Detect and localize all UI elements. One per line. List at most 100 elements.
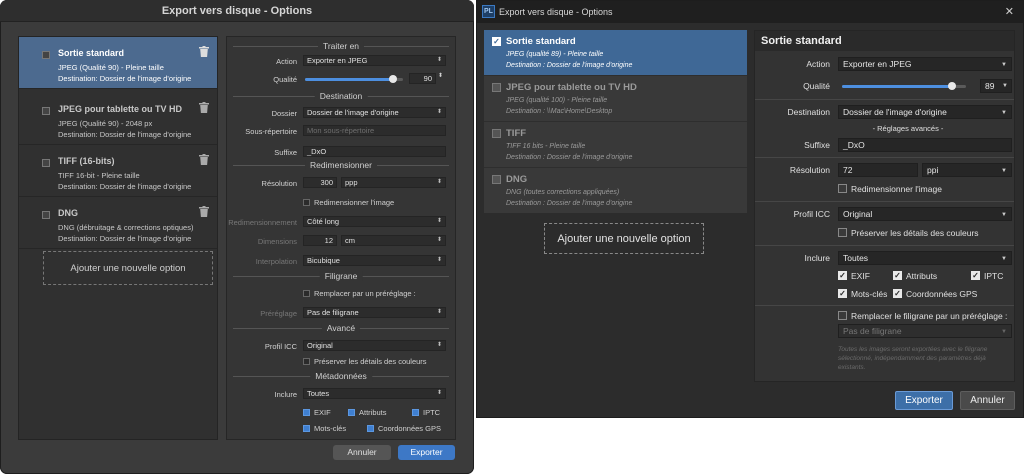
trash-icon[interactable]: [199, 206, 209, 217]
gps-label: Coordonnées GPS: [378, 424, 441, 433]
preset-checkbox[interactable]: [492, 175, 501, 184]
suffix-input[interactable]: _DxO: [838, 138, 1012, 152]
resolution-unit-select[interactable]: ppi ▼: [922, 163, 1012, 177]
dimensions-input[interactable]: 12: [303, 235, 337, 246]
trash-icon[interactable]: [199, 154, 209, 165]
chevron-down-icon: ▼: [1001, 256, 1007, 262]
subfolder-input[interactable]: Mon sous-répertoire: [303, 125, 446, 136]
attributes-checkbox[interactable]: ✓: [893, 271, 902, 280]
iptc-checkbox[interactable]: ✓: [971, 271, 980, 280]
preset-name: Sortie standard: [58, 48, 125, 58]
replace-watermark-checkbox[interactable]: [838, 311, 847, 320]
preset-item-dng[interactable]: DNG DNG (toutes corrections appliquées) …: [484, 168, 747, 214]
chevron-down-icon: ▼: [1001, 62, 1007, 68]
resolution-input[interactable]: 72: [838, 163, 918, 177]
preset-item-jpeg-tablet[interactable]: JPEG pour tablette ou TV HD JPEG (qualit…: [484, 76, 747, 122]
preset-checkbox[interactable]: [42, 159, 50, 167]
resize-checkbox[interactable]: [838, 184, 847, 193]
icc-profile-select[interactable]: Original ⬍: [303, 340, 446, 351]
chevron-updown-icon: ⬍: [436, 57, 442, 63]
keywords-label: Mots-clés: [851, 289, 888, 299]
section-title: Traiter en: [317, 41, 365, 51]
quality-input[interactable]: 90: [409, 73, 436, 84]
preset-item-standard[interactable]: ✓ Sortie standard JPEG (qualité 89) - Pl…: [484, 30, 747, 76]
window-title: Export vers disque - Options: [0, 0, 474, 22]
export-button[interactable]: Exporter: [895, 391, 953, 410]
quality-slider[interactable]: [842, 82, 966, 90]
stepper-icon[interactable]: ⬍: [438, 72, 443, 79]
keywords-checkbox[interactable]: [303, 425, 310, 432]
preset-name: DNG: [506, 174, 528, 185]
action-label: Action: [276, 57, 297, 66]
replace-watermark-checkbox[interactable]: [303, 290, 310, 297]
quality-input[interactable]: 89 ▼: [980, 79, 1012, 93]
exif-checkbox[interactable]: ✓: [838, 271, 847, 280]
gps-checkbox[interactable]: [367, 425, 374, 432]
divider: [755, 99, 1014, 100]
watermark-preset-select[interactable]: Pas de filigrane ⬍: [303, 307, 446, 318]
preserve-colors-checkbox[interactable]: [838, 228, 847, 237]
destination-select[interactable]: Dossier de l'image d'origine ▼: [838, 105, 1012, 119]
watermark-preset-select[interactable]: Pas de filigrane ▼: [838, 324, 1012, 338]
cancel-button[interactable]: Annuler: [333, 445, 391, 460]
gps-checkbox[interactable]: ✓: [893, 289, 902, 298]
resize-checkbox[interactable]: [303, 199, 310, 206]
include-label: Inclure: [804, 253, 830, 263]
export-button[interactable]: Exporter: [398, 445, 455, 460]
keywords-label: Mots-clés: [314, 424, 347, 433]
quality-slider[interactable]: [305, 75, 403, 83]
close-icon[interactable]: ✕: [1005, 5, 1014, 18]
attributes-checkbox[interactable]: [348, 409, 355, 416]
keywords-checkbox[interactable]: ✓: [838, 289, 847, 298]
resolution-input[interactable]: 300: [303, 177, 337, 188]
advanced-settings-label[interactable]: - Réglages avancés -: [838, 124, 978, 133]
action-select[interactable]: Exporter en JPEG ⬍: [303, 55, 446, 66]
preset-item-tiff[interactable]: TIFF TIFF 16 bits - Pleine taille Destin…: [484, 122, 747, 168]
icc-profile-select[interactable]: Original ▼: [838, 207, 1012, 221]
dimensions-unit-select[interactable]: cm ⬍: [341, 235, 446, 246]
section-title: Avancé: [321, 323, 361, 333]
divider: [755, 201, 1014, 202]
checkmark-icon[interactable]: ✓: [492, 37, 501, 46]
exif-checkbox[interactable]: [303, 409, 310, 416]
folder-select[interactable]: Dossier de l'image d'origine ⬍: [303, 107, 446, 118]
trash-icon[interactable]: [199, 102, 209, 113]
suffix-input[interactable]: _DxO: [303, 146, 446, 157]
preserve-colors-label: Préserver les détails des couleurs: [851, 228, 979, 238]
preset-destination: Destination : Dossier de l'image d'origi…: [506, 200, 633, 207]
preset-item-tiff[interactable]: TIFF (16-bits) TIFF 16-bit - Pleine tail…: [19, 145, 217, 197]
slider-knob[interactable]: [389, 75, 398, 83]
subfolder-label: Sous-répertoire: [245, 127, 297, 136]
preset-checkbox[interactable]: [42, 51, 50, 59]
trash-icon[interactable]: [199, 46, 209, 57]
preset-checkbox[interactable]: [492, 83, 501, 92]
slider-knob[interactable]: [948, 82, 957, 90]
resize-checkbox-label: Redimensionner l'image: [851, 184, 942, 194]
preserve-colors-checkbox[interactable]: [303, 358, 310, 365]
preset-destination: Destination : Dossier de l'image d'origi…: [506, 62, 633, 69]
iptc-checkbox[interactable]: [412, 409, 419, 416]
preset-item-jpeg-tablet[interactable]: JPEG pour tablette ou TV HD JPEG (Qualit…: [19, 93, 217, 145]
window-title: Export vers disque - Options: [499, 7, 613, 17]
include-select[interactable]: Toutes ▼: [838, 251, 1012, 265]
preset-checkbox[interactable]: [492, 129, 501, 138]
interpolation-select[interactable]: Bicubique ⬍: [303, 255, 446, 266]
preset-item-dng[interactable]: DNG DNG (débruitage & corrections optiqu…: [19, 197, 217, 249]
iptc-label: IPTC: [423, 408, 441, 417]
action-select[interactable]: Exporter en JPEG ▼: [838, 57, 1012, 71]
preset-checkbox[interactable]: [42, 211, 50, 219]
preset-name: TIFF (16-bits): [58, 156, 115, 166]
add-option-button[interactable]: Ajouter une nouvelle option: [43, 251, 213, 285]
resolution-unit-select[interactable]: ppp ⬍: [341, 177, 446, 188]
cancel-button[interactable]: Annuler: [960, 391, 1015, 410]
add-option-button[interactable]: Ajouter une nouvelle option: [544, 223, 704, 254]
preset-format: TIFF 16-bit - Pleine taille: [58, 171, 140, 180]
preset-checkbox[interactable]: [42, 107, 50, 115]
preset-item-standard[interactable]: Sortie standard JPEG (Qualité 90) - Plei…: [19, 37, 217, 89]
chevron-updown-icon: ⬍: [436, 237, 442, 243]
include-select[interactable]: Toutes ⬍: [303, 388, 446, 399]
action-label: Action: [806, 59, 830, 69]
preset-destination: Destination: Dossier de l'image d'origin…: [58, 130, 192, 139]
section-title: Redimensionner: [305, 160, 377, 170]
resize-mode-select[interactable]: Côté long ⬍: [303, 216, 446, 227]
